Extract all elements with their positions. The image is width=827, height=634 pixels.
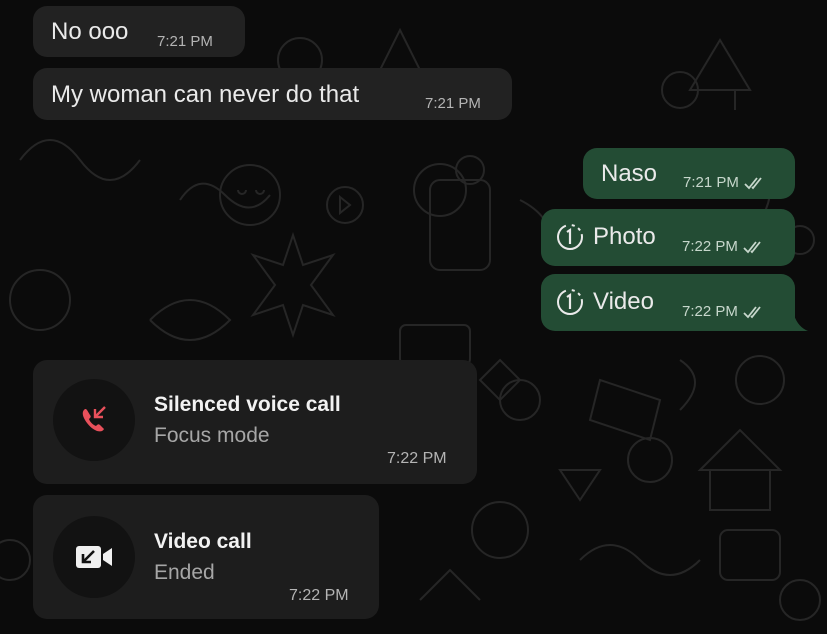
video-call-icon [76,546,112,568]
call-title: Video call [154,530,252,553]
message-text: Video [593,288,654,315]
message-bubble[interactable]: No ooo 7:21 PM [33,6,245,57]
call-icon-circle [53,379,135,461]
call-subtitle: Focus mode [154,424,270,447]
view-once-icon [557,224,583,250]
call-subtitle: Ended [154,561,215,584]
message-time: 7:21 PM [683,174,766,191]
call-time: 7:22 PM [387,450,447,467]
media-row: Video [555,287,654,317]
call-icon-circle [53,516,135,598]
message-time: 7:22 PM [682,303,765,320]
message-time: 7:22 PM [682,238,765,255]
read-receipt-icon [744,176,762,189]
call-card-silenced-voice[interactable]: Silenced voice call Focus mode 7:22 PM [33,360,477,484]
read-receipt-icon [743,305,761,318]
message-time-label: 7:21 PM [683,174,739,191]
read-receipt-icon [743,240,761,253]
message-bubble[interactable]: My woman can never do that 7:21 PM [33,68,512,120]
call-title: Silenced voice call [154,393,341,416]
message-time: 7:21 PM [157,33,213,50]
message-text: Photo [593,223,656,250]
missed-call-icon [82,406,106,432]
media-row: Photo [555,222,656,252]
view-once-photo-bubble[interactable]: Photo 7:22 PM [541,209,795,266]
message-time-label: 7:22 PM [682,303,738,320]
message-time-label: 7:22 PM [682,238,738,255]
message-text: Naso [601,160,658,187]
bubble-tail [794,315,808,331]
view-once-video-bubble[interactable]: Video 7:22 PM [541,274,795,331]
call-time: 7:22 PM [289,587,349,604]
message-bubble[interactable]: Naso 7:21 PM [583,148,795,199]
call-card-video[interactable]: Video call Ended 7:22 PM [33,495,379,619]
message-time: 7:21 PM [425,95,481,112]
view-once-icon [557,289,583,315]
message-text: No ooo [51,18,129,45]
message-text: My woman can never do that [51,81,360,108]
